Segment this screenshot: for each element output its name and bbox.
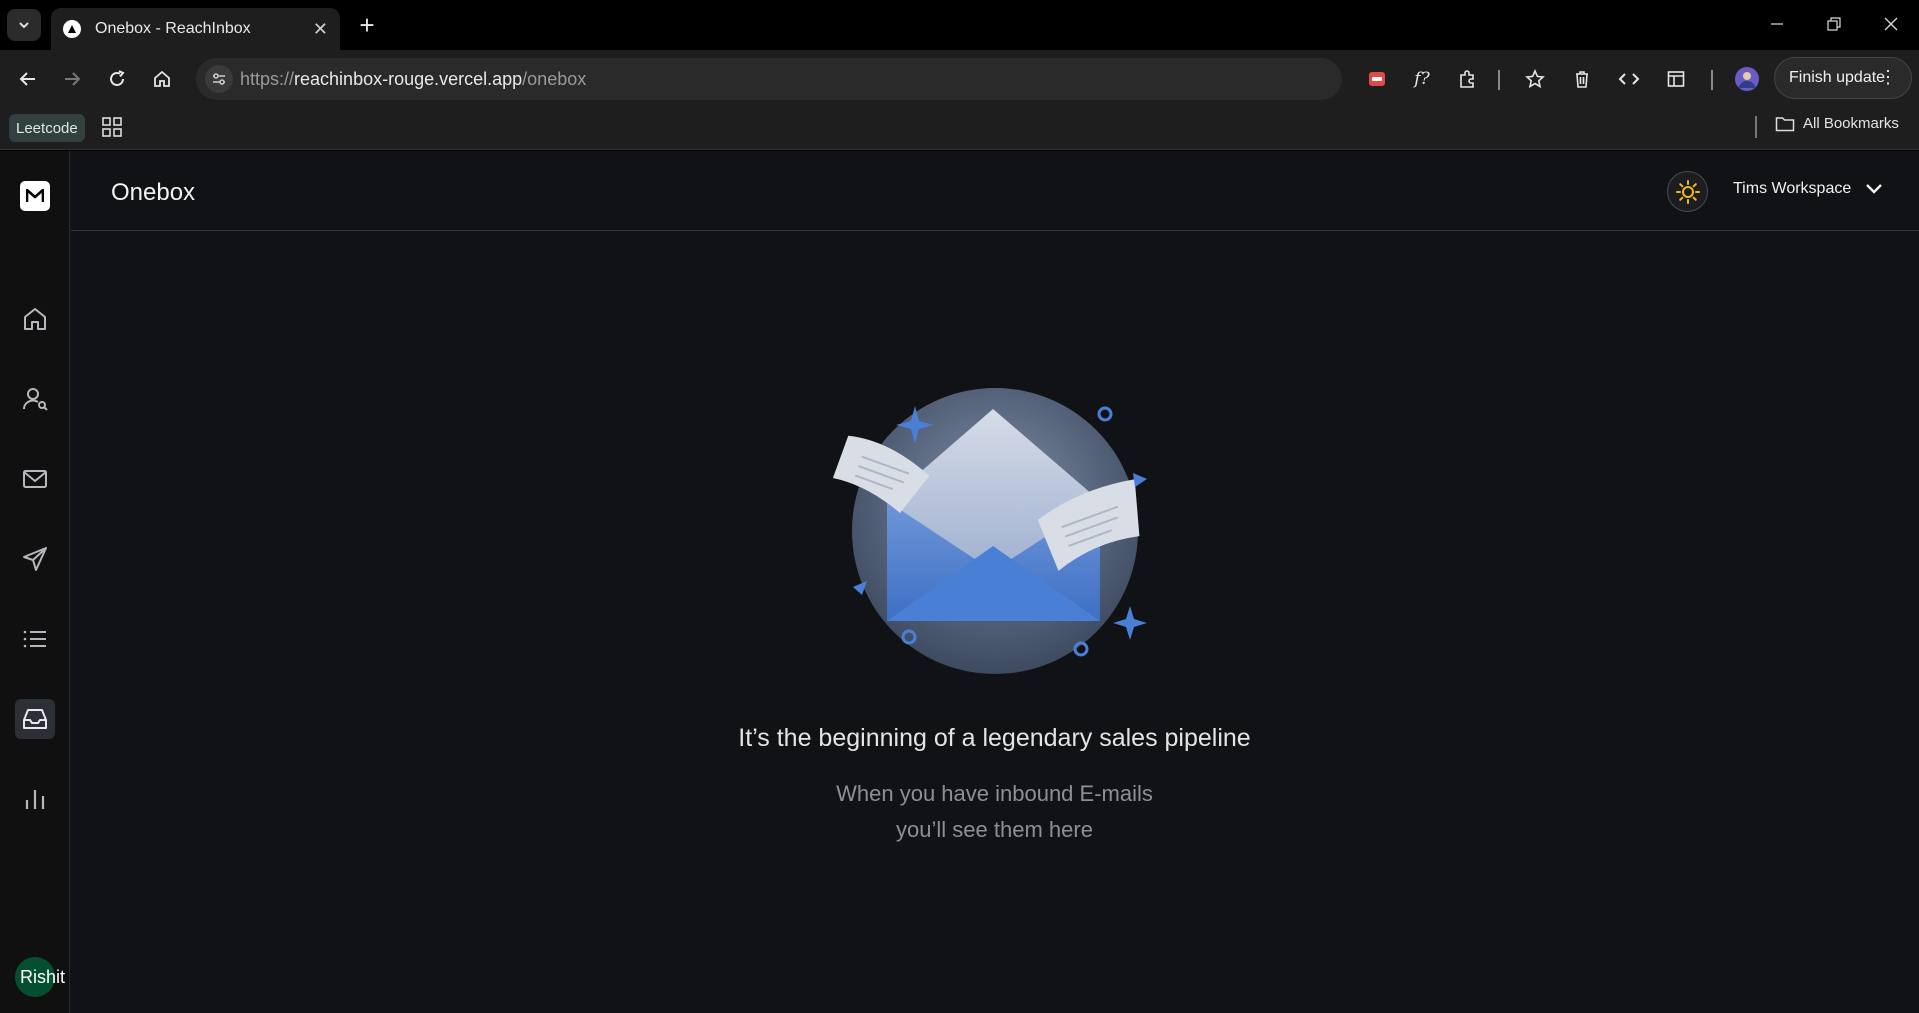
home-icon	[154, 70, 170, 87]
tab-close-icon[interactable]: ✕	[313, 19, 328, 40]
folder-icon	[1775, 116, 1795, 131]
sidebar: Rishit	[0, 151, 70, 1013]
empty-state-subtext-line1: When you have inbound E-mails	[836, 781, 1153, 806]
restore-button[interactable]	[1814, 8, 1854, 40]
trash-icon[interactable]	[1567, 64, 1597, 94]
apps-grid-icon[interactable]	[101, 116, 125, 140]
inbox-icon	[23, 709, 47, 729]
forward-button[interactable]	[56, 63, 88, 95]
extensions-puzzle-icon[interactable]	[1452, 64, 1482, 94]
all-bookmarks-label: All Bookmarks	[1803, 115, 1899, 132]
tab-title: Onebox - ReachInbox	[95, 20, 251, 37]
arrow-right-icon	[65, 72, 81, 86]
address-bar[interactable]: https://reachinbox-rouge.vercel.app/oneb…	[196, 58, 1342, 100]
empty-state-subtext-line2: you’ll see them here	[896, 817, 1093, 842]
page-header: Onebox Tims Workspace	[71, 151, 1919, 231]
restore-icon	[1827, 17, 1841, 31]
browser-tab[interactable]: Onebox - ReachInbox ✕	[51, 8, 340, 50]
sidebar-item-mail[interactable]	[15, 459, 55, 499]
bar-chart-icon	[25, 790, 45, 809]
toolbar-divider	[1498, 70, 1500, 90]
back-button[interactable]	[12, 63, 44, 95]
workspace-selector[interactable]: Tims Workspace	[1733, 180, 1883, 198]
close-window-button[interactable]	[1871, 8, 1911, 40]
formula-extension-icon[interactable]: f?	[1407, 64, 1437, 94]
sidebar-item-home[interactable]	[15, 299, 55, 339]
sidebar-item-inbox[interactable]	[15, 699, 55, 739]
bookmarks-divider	[1755, 116, 1757, 138]
chevron-down-icon	[19, 22, 29, 29]
url-scheme: https://	[240, 68, 295, 89]
home-button[interactable]	[146, 63, 178, 95]
empty-state: It’s the beginning of a legendary sales …	[70, 381, 1919, 843]
new-tab-button[interactable]: +	[352, 10, 382, 40]
tab-search-button[interactable]	[7, 9, 41, 41]
url-host: reachinbox-rouge.vercel.app	[294, 68, 523, 89]
profile-avatar-icon[interactable]	[1732, 64, 1762, 94]
send-icon	[23, 547, 47, 571]
finish-update-button[interactable]: Finish update ⋮	[1774, 57, 1912, 99]
home-icon	[24, 308, 46, 330]
list-icon	[23, 630, 46, 648]
reload-button[interactable]	[101, 63, 133, 95]
extension-red-icon[interactable]	[1362, 64, 1392, 94]
user-search-icon	[23, 388, 48, 411]
workspace-label: Tims Workspace	[1733, 180, 1852, 197]
finish-update-label: Finish update	[1789, 69, 1886, 86]
browser-tab-strip: Onebox - ReachInbox ✕ +	[0, 0, 1919, 50]
chevron-down-icon	[1866, 184, 1883, 194]
user-avatar[interactable]: Rishit	[15, 957, 65, 997]
url-path: /onebox	[522, 68, 587, 89]
reachinbox-favicon-icon	[63, 20, 81, 38]
reachinbox-logo[interactable]	[20, 181, 50, 211]
sidebar-item-users[interactable]	[15, 379, 55, 419]
side-panel-icon[interactable]	[1661, 64, 1691, 94]
code-icon[interactable]	[1614, 64, 1644, 94]
bookmark-leetcode[interactable]: Leetcode	[9, 114, 85, 142]
app-root: Rishit Onebox Tims Workspace It’s the be…	[0, 151, 1919, 1013]
minimize-button[interactable]	[1757, 8, 1797, 40]
mail-icon	[23, 470, 47, 488]
all-bookmarks-button[interactable]: All Bookmarks	[1775, 115, 1899, 132]
empty-state-headline: It’s the beginning of a legendary sales …	[738, 724, 1251, 752]
page-title: Onebox	[111, 179, 196, 206]
theme-toggle-button[interactable]	[1667, 171, 1708, 212]
close-icon	[1884, 17, 1898, 31]
arrow-left-icon	[19, 72, 35, 86]
empty-inbox-illustration	[815, 381, 1175, 681]
sun-icon	[1675, 179, 1700, 204]
minimize-icon	[1771, 23, 1783, 25]
more-menu-icon[interactable]: ⋮	[1879, 67, 1897, 88]
sidebar-item-send[interactable]	[15, 539, 55, 579]
toolbar-divider	[1711, 70, 1713, 90]
sidebar-item-analytics[interactable]	[15, 779, 55, 819]
bookmark-star-icon[interactable]	[1520, 64, 1550, 94]
site-settings-icon[interactable]	[205, 65, 233, 93]
bookmarks-bar: Leetcode All Bookmarks	[0, 108, 1919, 150]
sidebar-item-list[interactable]	[15, 619, 55, 659]
reload-icon	[110, 70, 125, 86]
